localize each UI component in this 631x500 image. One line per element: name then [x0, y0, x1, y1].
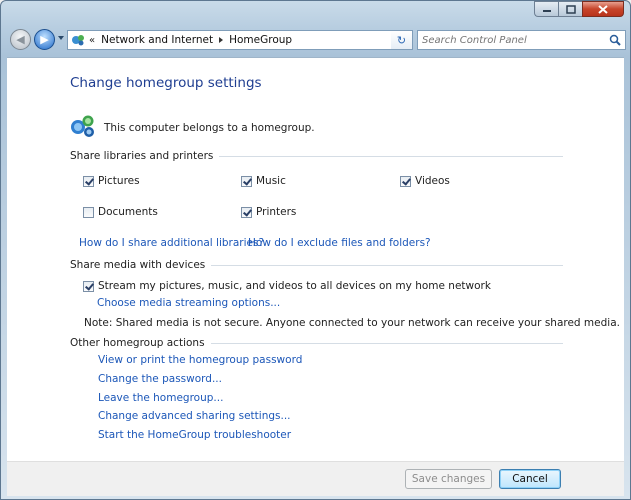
window-frame: ◀ ▶ « Network and Internet HomeGroup ↻ C… [0, 0, 631, 500]
content-pane: Change homegroup settings This computer … [7, 57, 624, 462]
checkbox-checked-icon[interactable] [400, 175, 411, 187]
checkbox-printers[interactable]: Printers [241, 206, 296, 218]
search-input[interactable] [422, 32, 602, 48]
link-view-print-password[interactable]: View or print the homegroup password [98, 354, 302, 366]
navigation-bar: ◀ ▶ « Network and Internet HomeGroup ↻ [7, 27, 626, 53]
checkbox-documents[interactable]: Documents [83, 206, 158, 218]
checkbox-checked-icon[interactable] [241, 175, 252, 187]
link-exclude-files-folders[interactable]: How do I exclude files and folders? [248, 237, 431, 249]
checkbox-checked-icon[interactable] [83, 280, 94, 292]
search-box [417, 30, 626, 50]
link-advanced-sharing-settings[interactable]: Change advanced sharing settings... [98, 410, 291, 422]
maximize-icon [565, 4, 576, 14]
page-title: Change homegroup settings [70, 75, 262, 91]
link-change-password[interactable]: Change the password... [98, 373, 222, 385]
section-divider [211, 264, 563, 266]
section-heading: Other homegroup actions [70, 337, 205, 349]
arrow-right-icon: ▶ [40, 33, 49, 46]
checkbox-label: Documents [98, 206, 158, 218]
breadcrumb-network-and-internet[interactable]: Network and Internet [101, 34, 213, 46]
media-security-note: Note: Shared media is not secure. Anyone… [84, 317, 620, 329]
refresh-button[interactable]: ↻ [391, 30, 413, 50]
close-button[interactable] [582, 1, 624, 17]
caption-buttons [534, 1, 624, 18]
network-icon [72, 35, 84, 46]
checkbox-music[interactable]: Music [241, 175, 286, 187]
recent-pages-dropdown[interactable] [58, 36, 64, 40]
checkbox-label: Music [256, 175, 286, 187]
homegroup-status-text: This computer belongs to a homegroup. [104, 122, 315, 134]
breadcrumb-homegroup[interactable]: HomeGroup [229, 34, 292, 46]
checkbox-checked-icon[interactable] [83, 175, 94, 187]
section-heading: Share libraries and printers [70, 150, 214, 162]
cancel-button[interactable]: Cancel [499, 469, 561, 489]
checkbox-stream-media[interactable]: Stream my pictures, music, and videos to… [83, 280, 491, 292]
minimize-icon [542, 10, 551, 12]
breadcrumb-overflow[interactable]: « [89, 35, 95, 46]
section-divider [210, 342, 563, 344]
close-icon [598, 4, 608, 14]
section-other-actions: Other homegroup actions [70, 337, 563, 349]
breadcrumb-separator-icon[interactable] [219, 37, 224, 43]
link-leave-homegroup[interactable]: Leave the homegroup... [98, 392, 223, 404]
checkbox-label: Stream my pictures, music, and videos to… [98, 280, 491, 292]
section-share-media: Share media with devices [70, 259, 563, 271]
checkbox-label: Videos [415, 175, 450, 187]
search-icon[interactable] [609, 34, 621, 46]
minimize-button[interactable] [534, 1, 558, 17]
forward-button[interactable]: ▶ [34, 29, 55, 50]
link-homegroup-troubleshooter[interactable]: Start the HomeGroup troubleshooter [98, 429, 291, 441]
save-changes-button[interactable]: Save changes [405, 469, 492, 489]
section-heading: Share media with devices [70, 259, 206, 271]
homegroup-icon [71, 115, 94, 137]
checkbox-pictures[interactable]: Pictures [83, 175, 140, 187]
address-bar[interactable]: « Network and Internet HomeGroup [67, 30, 413, 50]
checkbox-checked-icon[interactable] [241, 206, 252, 218]
link-media-streaming-options[interactable]: Choose media streaming options... [97, 297, 280, 309]
back-button[interactable]: ◀ [10, 29, 31, 50]
maximize-button[interactable] [558, 1, 582, 17]
link-share-additional-libraries[interactable]: How do I share additional libraries? [79, 237, 264, 249]
checkbox-unchecked-icon[interactable] [83, 206, 94, 218]
dialog-footer: Save changes Cancel [7, 461, 624, 496]
checkbox-label: Printers [256, 206, 297, 218]
arrow-left-icon: ◀ [16, 33, 25, 46]
refresh-icon: ↻ [396, 33, 407, 47]
checkbox-videos[interactable]: Videos [400, 175, 450, 187]
section-share-libraries: Share libraries and printers [70, 150, 563, 162]
section-divider [219, 155, 563, 157]
checkbox-label: Pictures [98, 175, 140, 187]
